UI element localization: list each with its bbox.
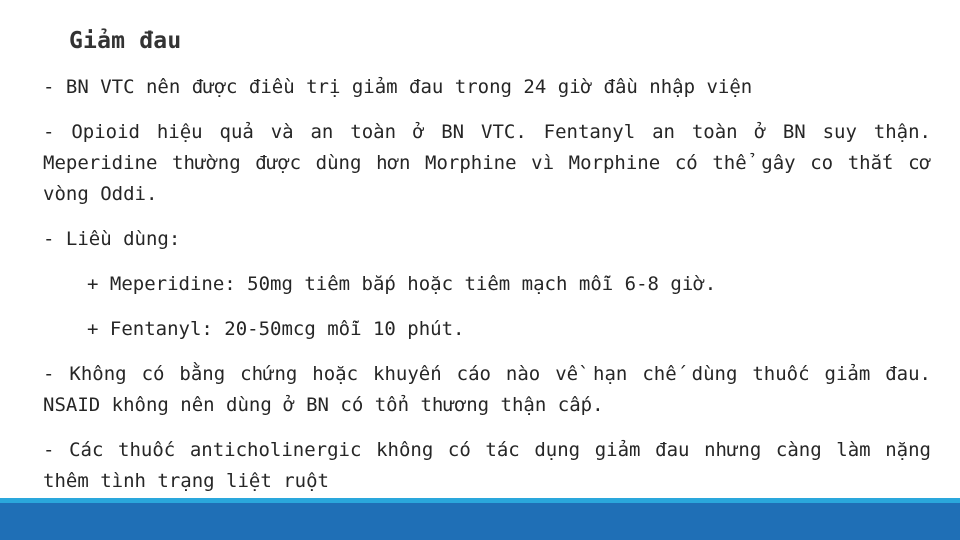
paragraph-2: - Opioid hiệu quả và an toàn ở BN VTC. F… xyxy=(43,121,931,205)
slide: Giảm đau - BN VTC nên được điều trị giảm… xyxy=(0,0,960,540)
footer-bar xyxy=(0,503,960,540)
slide-title: Giảm đau xyxy=(69,28,182,54)
paragraph-1: - BN VTC nên được điều trị giảm đau tron… xyxy=(43,76,753,98)
sub-item-fentanyl: + Fentanyl: 20-50mcg mỗi 10 phút. xyxy=(87,318,465,340)
paragraph-4: - Không có bằng chứng hoặc khuyến cáo nà… xyxy=(43,363,931,416)
slide-body: - BN VTC nên được điều trị giảm đau tron… xyxy=(43,72,931,511)
paragraph-5: - Các thuốc anticholinergic không có tác… xyxy=(43,439,931,492)
sub-item-meperidine: + Meperidine: 50mg tiêm bắp hoặc tiêm mạ… xyxy=(87,273,717,295)
paragraph-3: - Liều dùng: xyxy=(43,228,181,250)
